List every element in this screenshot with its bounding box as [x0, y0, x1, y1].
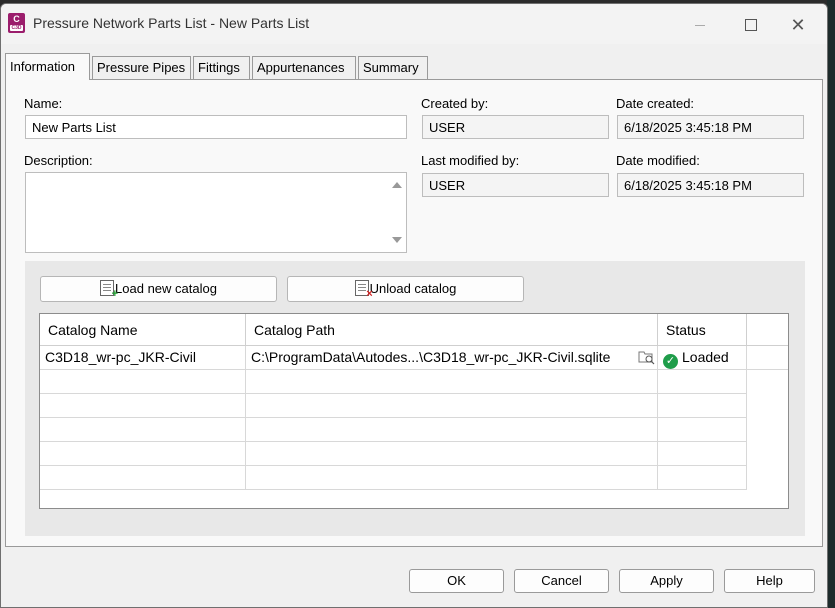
- unload-catalog-button[interactable]: × Unload catalog: [287, 276, 524, 302]
- table-row-empty: [658, 370, 747, 394]
- column-header-status[interactable]: Status: [658, 314, 747, 346]
- help-button[interactable]: Help: [724, 569, 815, 593]
- scroll-up-icon[interactable]: [392, 182, 402, 188]
- last-modified-by-label: Last modified by:: [421, 153, 520, 168]
- table-row-empty: [658, 394, 747, 418]
- date-modified-field: 6/18/2025 3:45:18 PM: [617, 173, 804, 197]
- tab-summary[interactable]: Summary: [358, 56, 428, 79]
- table-row-empty: [658, 442, 747, 466]
- table-row-empty: [246, 418, 658, 442]
- tab-fittings[interactable]: Fittings: [193, 56, 250, 79]
- close-icon[interactable]: ✕: [785, 10, 811, 40]
- date-created-label: Date created:: [616, 96, 695, 111]
- table-row-empty: [246, 394, 658, 418]
- description-field[interactable]: [25, 172, 407, 253]
- table-row-empty: [40, 418, 246, 442]
- description-label: Description:: [24, 153, 93, 168]
- created-by-label: Created by:: [421, 96, 489, 111]
- table-row-empty: [246, 442, 658, 466]
- date-created-field: 6/18/2025 3:45:18 PM: [617, 115, 804, 139]
- tab-pressure-pipes[interactable]: Pressure Pipes: [92, 56, 191, 79]
- civil3d-app-icon: C C3D: [8, 13, 25, 33]
- check-circle-icon: ✓: [663, 354, 678, 369]
- name-label: Name:: [24, 96, 63, 111]
- load-new-catalog-button[interactable]: + Load new catalog: [40, 276, 277, 302]
- table-row-empty: [658, 466, 747, 490]
- name-field[interactable]: New Parts List: [25, 115, 407, 139]
- tab-information[interactable]: Information: [5, 53, 90, 80]
- column-header-catalog-path[interactable]: Catalog Path: [246, 314, 658, 346]
- load-catalog-icon: +: [100, 280, 118, 300]
- catalog-path-text: C:\ProgramData\Autodes...\C3D18_wr-pc_JK…: [251, 349, 611, 365]
- catalog-area: + Load new catalog × Unload catalog Catalo…: [25, 261, 805, 536]
- title-bar[interactable]: C C3D Pressure Network Parts List - New P…: [1, 4, 827, 44]
- unload-catalog-icon: ×: [354, 280, 373, 300]
- information-panel: Name: New Parts List Description: Create…: [5, 79, 823, 547]
- date-modified-label: Date modified:: [616, 153, 700, 168]
- table-row-empty: [246, 370, 658, 394]
- table-row-empty: [40, 466, 246, 490]
- catalog-table: Catalog Name Catalog Path Status C3D18_w…: [39, 313, 789, 509]
- tab-appurtenances[interactable]: Appurtenances: [252, 56, 356, 79]
- table-row-empty: [658, 418, 747, 442]
- table-row-empty: [246, 466, 658, 490]
- column-header-filler: [747, 314, 788, 346]
- maximize-icon[interactable]: [741, 10, 761, 40]
- minimize-icon[interactable]: [677, 10, 723, 40]
- table-row-catalog-name[interactable]: C3D18_wr-pc_JKR-Civil: [40, 346, 246, 370]
- status-text: Loaded: [682, 349, 729, 365]
- table-row-status[interactable]: ✓ Loaded: [658, 346, 747, 370]
- column-header-catalog-name[interactable]: Catalog Name: [40, 314, 246, 346]
- apply-button[interactable]: Apply: [619, 569, 714, 593]
- table-row-empty: [40, 442, 246, 466]
- cancel-button[interactable]: Cancel: [514, 569, 609, 593]
- table-row-filler: [747, 346, 788, 370]
- parts-list-dialog: C C3D Pressure Network Parts List - New P…: [0, 3, 828, 608]
- window-title: Pressure Network Parts List - New Parts …: [33, 15, 310, 31]
- table-row-catalog-path[interactable]: C:\ProgramData\Autodes...\C3D18_wr-pc_JK…: [246, 346, 658, 370]
- desktop-background: [827, 0, 835, 608]
- browse-folder-icon[interactable]: [638, 349, 656, 365]
- created-by-field: USER: [422, 115, 609, 139]
- table-row-empty: [40, 394, 246, 418]
- last-modified-by-field: USER: [422, 173, 609, 197]
- scroll-down-icon[interactable]: [392, 237, 402, 243]
- description-scrollbar[interactable]: [388, 173, 406, 252]
- table-row-empty: [40, 370, 246, 394]
- ok-button[interactable]: OK: [409, 569, 504, 593]
